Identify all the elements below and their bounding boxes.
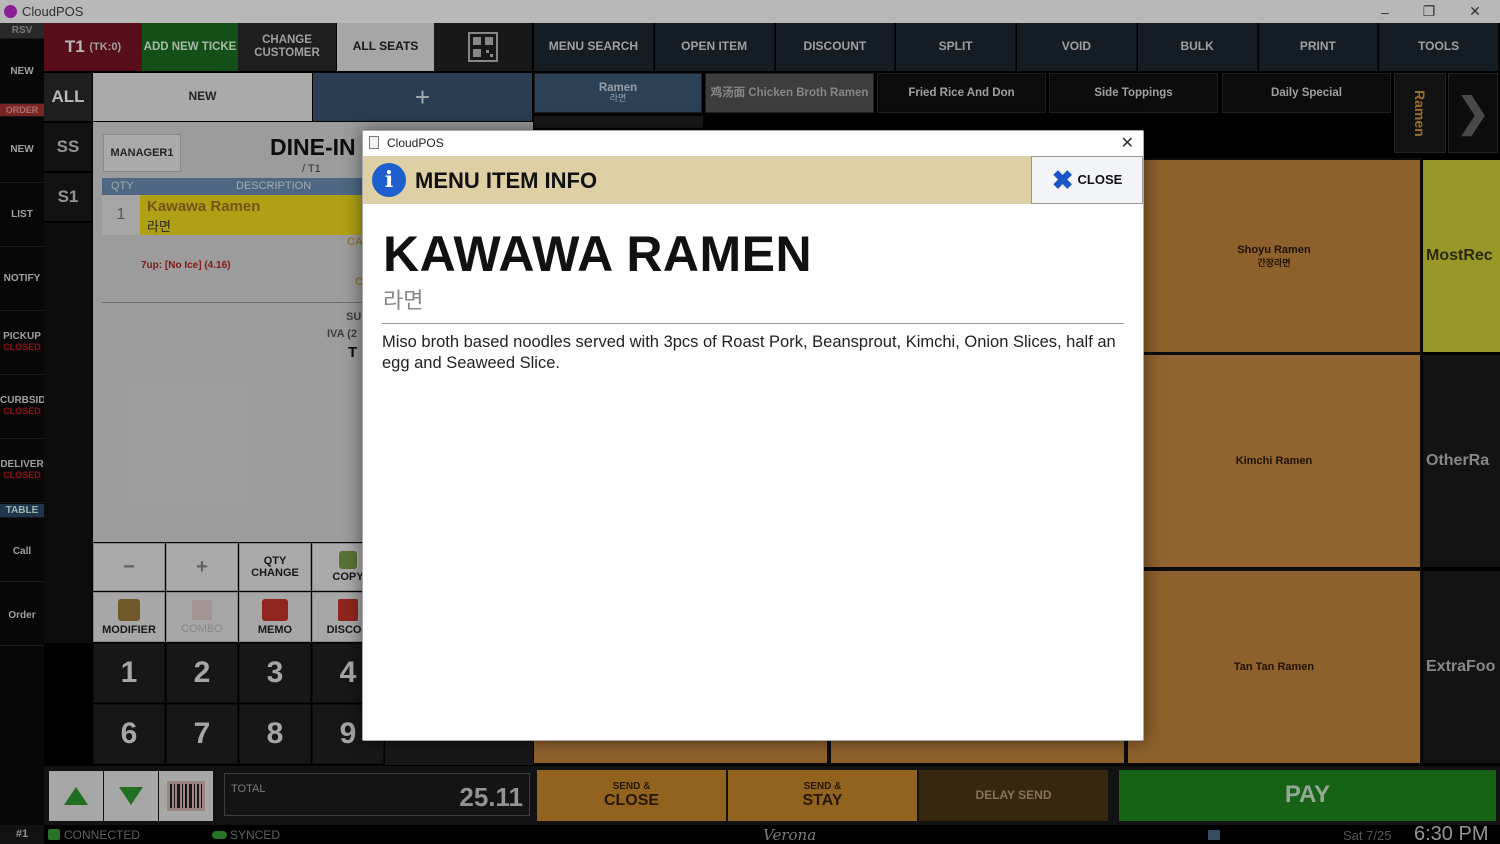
dialog-window-title: CloudPOS [387, 136, 444, 150]
item-subtitle: 라면 [383, 288, 424, 313]
dialog-header-band: i MENU ITEM INFO [363, 156, 1143, 204]
close-button[interactable]: ✖ CLOSE [1031, 156, 1143, 204]
close-x-icon: ✖ [1051, 165, 1074, 195]
dialog-titlebar: CloudPOS ✕ [363, 131, 1143, 155]
dialog-close-x-icon[interactable]: ✕ [1121, 133, 1134, 153]
item-title: KAWAWA RAMEN [383, 226, 813, 282]
pos-app: CloudPOS – ❐ ✕ RSV NEW ORDER NEW LIST NO… [0, 0, 1500, 844]
dialog-divider [382, 323, 1124, 324]
dialog-header-title: MENU ITEM INFO [415, 168, 598, 193]
info-icon: i [372, 163, 406, 197]
close-label: CLOSE [1077, 171, 1123, 187]
item-description: Miso broth based noodles served with 3pc… [382, 333, 1116, 372]
document-icon [369, 136, 379, 149]
menu-item-info-dialog: CloudPOS ✕ i MENU ITEM INFO ✖ CLOSE KAWA… [362, 130, 1144, 741]
